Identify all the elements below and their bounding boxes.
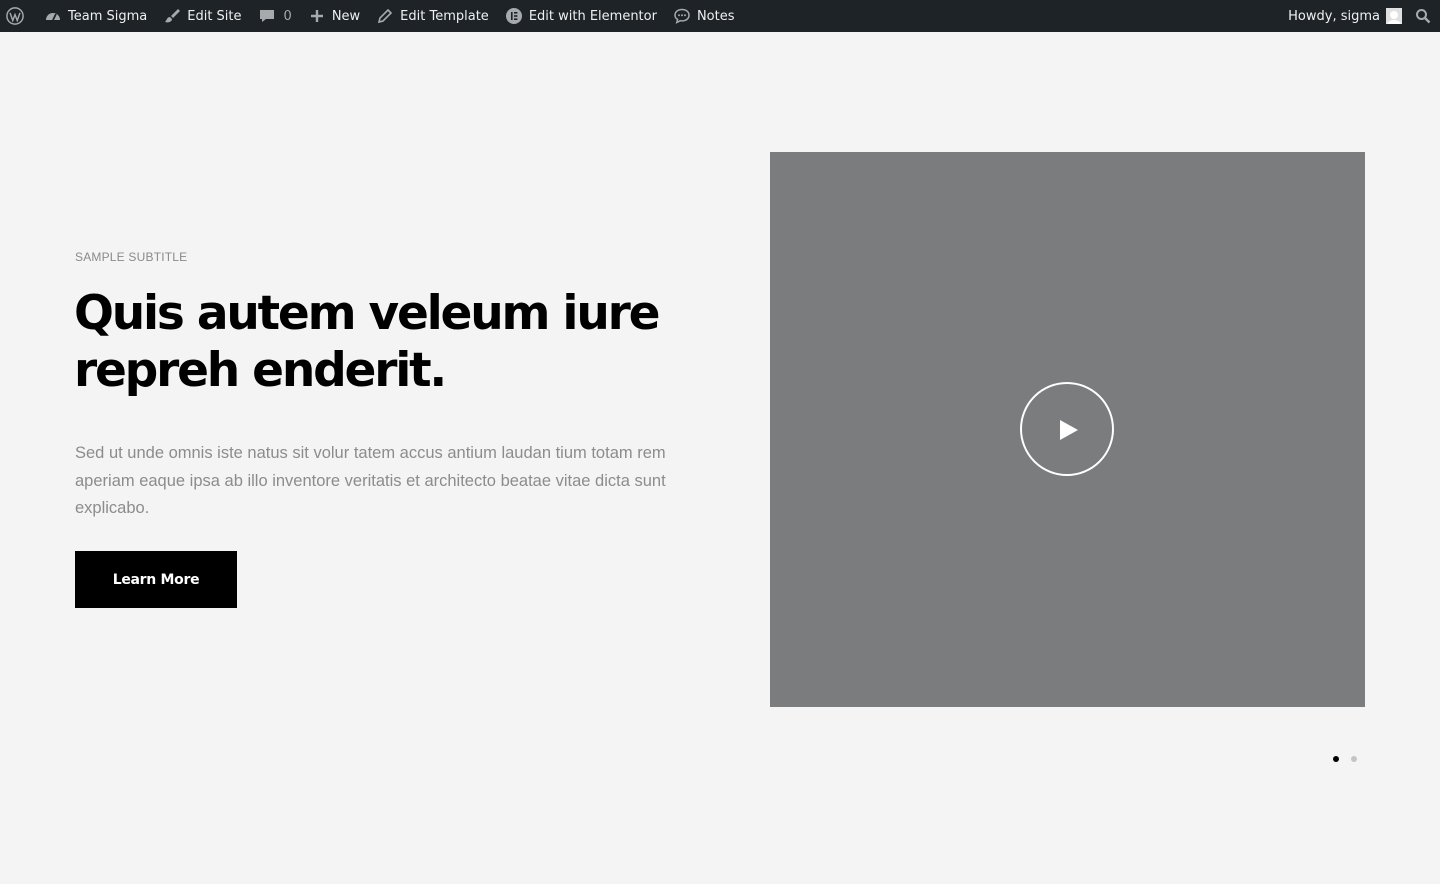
new-label: New bbox=[331, 8, 361, 24]
search-icon bbox=[1414, 7, 1432, 25]
wordpress-logo-menu[interactable] bbox=[0, 0, 36, 32]
dashboard-icon bbox=[44, 7, 62, 25]
notes-link[interactable]: Notes bbox=[665, 0, 743, 32]
edit-with-elementor-link[interactable]: Edit with Elementor bbox=[497, 0, 665, 32]
edit-template-label: Edit Template bbox=[400, 8, 489, 24]
avatar bbox=[1386, 8, 1402, 24]
elementor-icon bbox=[505, 7, 523, 25]
notes-label: Notes bbox=[696, 8, 735, 24]
play-icon[interactable] bbox=[1020, 382, 1114, 476]
new-content-menu[interactable]: New bbox=[300, 0, 368, 32]
wordpress-icon bbox=[6, 7, 24, 25]
admin-bar-right: Howdy, sigma bbox=[1280, 0, 1440, 32]
comments-link[interactable]: 0 bbox=[250, 0, 300, 32]
pencil-icon bbox=[376, 7, 394, 25]
site-name-menu[interactable]: Team Sigma bbox=[36, 0, 155, 32]
hero-subtitle: SAMPLE SUBTITLE bbox=[75, 250, 188, 264]
edit-template-link[interactable]: Edit Template bbox=[368, 0, 497, 32]
slider-dot-1[interactable] bbox=[1333, 756, 1339, 762]
edit-site-label: Edit Site bbox=[187, 8, 242, 24]
learn-more-button[interactable]: Learn More bbox=[75, 551, 237, 608]
search-button[interactable] bbox=[1410, 0, 1440, 32]
brush-icon bbox=[163, 7, 181, 25]
video-placeholder[interactable] bbox=[770, 152, 1365, 707]
plus-icon bbox=[308, 7, 326, 25]
notes-icon bbox=[673, 7, 691, 25]
slider-dot-2[interactable] bbox=[1351, 756, 1357, 762]
admin-bar-left: Team Sigma Edit Site 0 New Edit Template bbox=[0, 0, 743, 32]
hero-body-text: Sed ut unde omnis iste natus sit volur t… bbox=[75, 444, 666, 517]
comments-count: 0 bbox=[283, 8, 292, 24]
site-name-label: Team Sigma bbox=[68, 8, 148, 24]
howdy-label: Howdy, sigma bbox=[1288, 8, 1380, 24]
my-account-menu[interactable]: Howdy, sigma bbox=[1280, 0, 1410, 32]
hero-headline: Quis autem veleum iure repreh enderit. bbox=[74, 286, 660, 398]
edit-elementor-label: Edit with Elementor bbox=[528, 8, 657, 24]
slider-pagination bbox=[1333, 756, 1357, 762]
edit-site-link[interactable]: Edit Site bbox=[155, 0, 249, 32]
comment-icon bbox=[258, 7, 276, 25]
admin-bar: Team Sigma Edit Site 0 New Edit Template bbox=[0, 0, 1440, 32]
